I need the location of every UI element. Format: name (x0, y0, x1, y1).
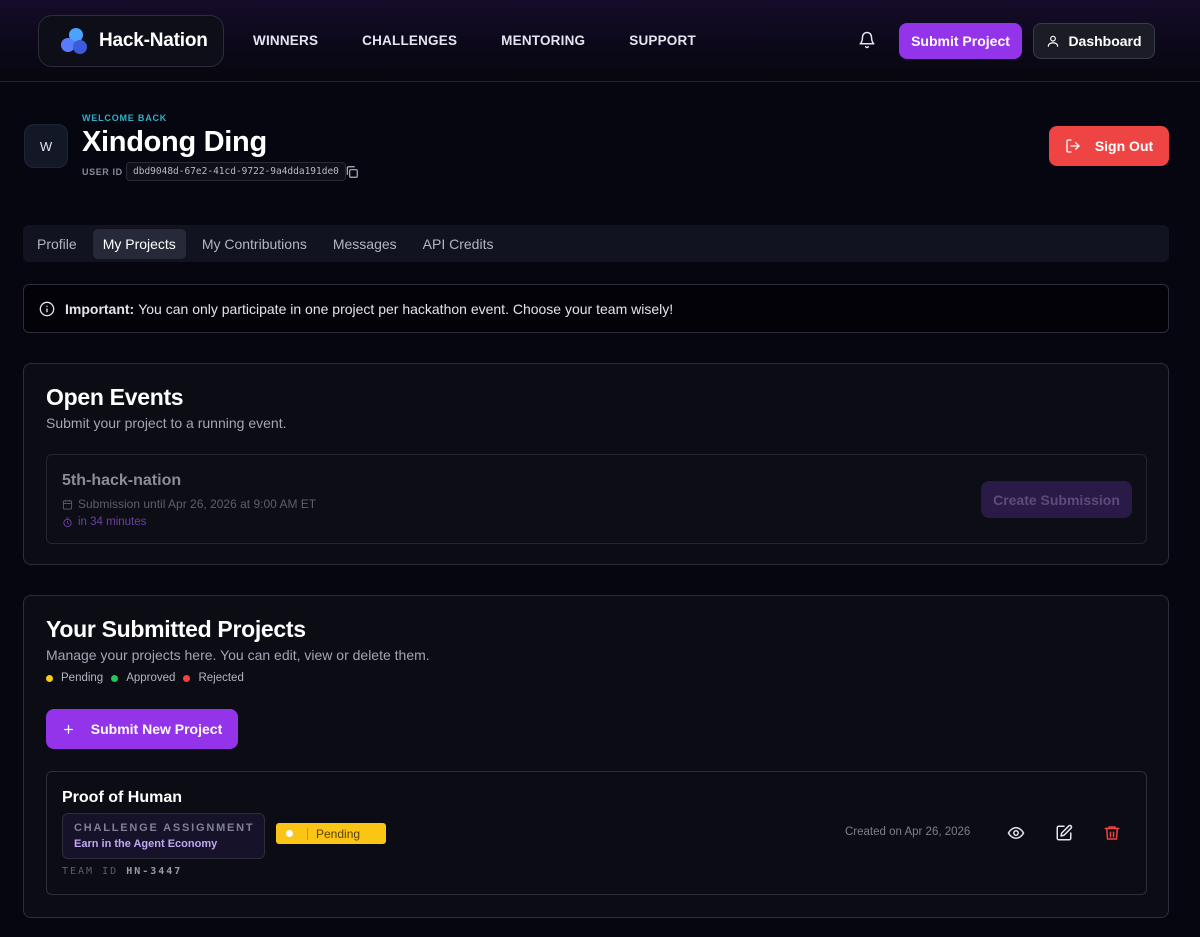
event-item: 5th-hack-nation Submission until Apr 26,… (46, 454, 1147, 544)
alert-bold: Important: (65, 300, 135, 317)
nav-winners[interactable]: WINNERS (253, 33, 318, 48)
top-navbar: Hack-Nation WINNERS CHALLENGES MENTORING… (0, 0, 1200, 82)
timer-icon (63, 516, 72, 527)
event-deadline: Submission until Apr 26, 2026 at 9:00 AM… (62, 497, 316, 511)
eye-icon[interactable] (1007, 824, 1025, 842)
trash-icon[interactable] (1103, 824, 1121, 842)
status-badge: Pending (276, 823, 386, 844)
important-alert: Important: You can only participate in o… (23, 284, 1169, 333)
submit-new-label: Submit New Project (90, 721, 223, 737)
dashboard-button[interactable]: Dashboard (1033, 23, 1155, 59)
user-name: Xindong Ding (82, 126, 267, 158)
bell-icon[interactable] (858, 31, 876, 49)
nav-challenges[interactable]: CHALLENGES (362, 33, 457, 48)
tab-api-credits[interactable]: API Credits (413, 229, 504, 259)
open-events-subtitle: Submit your project to a running event. (46, 415, 287, 431)
edit-icon[interactable] (1055, 824, 1073, 842)
team-id-value: HN-3447 (126, 866, 183, 877)
submitted-projects-card: Your Submitted Projects Manage your proj… (23, 595, 1169, 918)
create-submission-button[interactable]: Create Submission (981, 481, 1132, 518)
profile-tabs: Profile My Projects My Contributions Mes… (23, 225, 1169, 262)
user-icon (1048, 35, 1059, 47)
tab-profile[interactable]: Profile (27, 229, 87, 259)
tab-my-contributions[interactable]: My Contributions (192, 229, 317, 259)
user-id-value: dbd9048d-67e2-41cd-9722-9a4dda191de0 (126, 162, 346, 181)
main-nav: WINNERS CHALLENGES MENTORING SUPPORT (253, 33, 740, 48)
open-events-title: Open Events (46, 384, 184, 410)
info-icon (39, 301, 55, 316)
event-name: 5th-hack-nation (62, 472, 182, 489)
project-name: Proof of Human (62, 789, 182, 806)
dashboard-label: Dashboard (1068, 33, 1142, 49)
tab-messages[interactable]: Messages (323, 229, 407, 259)
event-countdown: in 34 minutes (62, 516, 146, 528)
assignment-label: CHALLENGE ASSIGNMENT (74, 822, 255, 834)
project-row: Proof of Human CHALLENGE ASSIGNMENT Earn… (46, 771, 1147, 895)
assignment-value: Earn in the Agent Economy (74, 838, 218, 850)
avatar: W (24, 124, 68, 168)
event-countdown-text: in 34 minutes (78, 516, 147, 528)
welcome-label: WELCOME BACK (82, 113, 168, 123)
status-text: Pending (316, 826, 361, 841)
brand-name: Hack-Nation (99, 30, 208, 51)
team-id-label: TEAM ID (62, 866, 119, 877)
legend-pending: Pending (46, 672, 103, 684)
logo-icon (59, 26, 89, 56)
nav-mentoring[interactable]: MENTORING (501, 33, 585, 48)
event-until-text: Submission until Apr 26, 2026 at 9:00 AM… (78, 497, 317, 511)
submitted-title: Your Submitted Projects (46, 616, 306, 642)
plus-icon (63, 724, 73, 734)
logout-icon (1066, 139, 1080, 153)
brand-logo[interactable]: Hack-Nation (38, 15, 224, 67)
submit-project-button[interactable]: Submit Project (899, 23, 1022, 59)
calendar-icon (62, 499, 73, 510)
copy-icon[interactable] (345, 165, 359, 179)
tab-my-projects[interactable]: My Projects (92, 228, 186, 259)
created-date: Created on Apr 26, 2026 (845, 826, 971, 838)
user-id-label: USER ID (82, 167, 123, 177)
challenge-assignment: CHALLENGE ASSIGNMENT Earn in the Agent E… (62, 813, 265, 859)
legend-rejected: Rejected (183, 672, 244, 684)
legend-approved: Approved (111, 672, 175, 684)
team-id: TEAM ID HN-3447 (62, 866, 182, 877)
submit-new-project-button[interactable]: Submit New Project (46, 709, 238, 749)
nav-support[interactable]: SUPPORT (629, 33, 696, 48)
sign-out-label: Sign Out (1094, 138, 1154, 154)
open-events-card: Open Events Submit your project to a run… (23, 363, 1169, 565)
submitted-subtitle: Manage your projects here. You can edit,… (46, 647, 430, 663)
sign-out-button[interactable]: Sign Out (1049, 126, 1169, 166)
alert-text: You can only participate in one project … (138, 300, 674, 317)
status-dot (286, 830, 293, 837)
status-legend: Pending Approved Rejected (46, 672, 252, 684)
